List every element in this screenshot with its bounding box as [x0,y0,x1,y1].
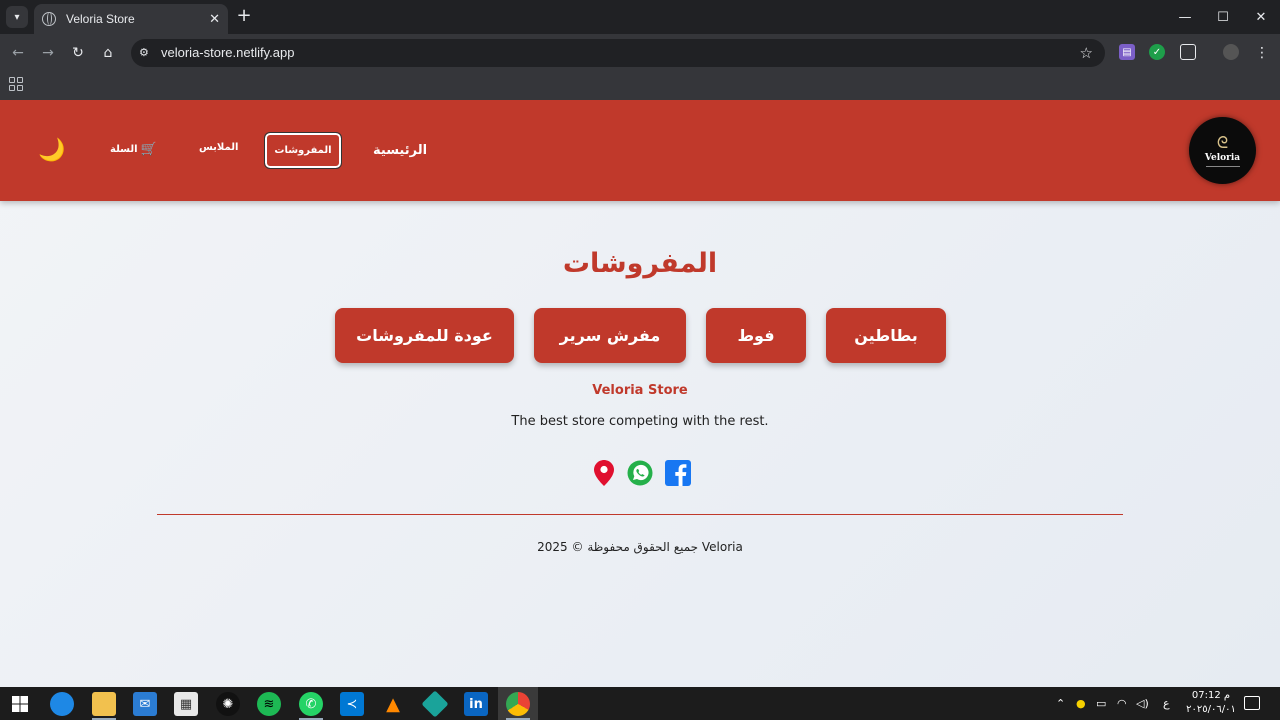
window-controls: — ☐ ✕ [1166,0,1280,34]
tab-title: Veloria Store [66,12,135,26]
puzzle-icon[interactable] [1180,44,1196,60]
back-button[interactable]: ← [7,42,29,64]
file-explorer-icon[interactable] [92,692,116,716]
nav-cart[interactable]: السلة 🛒 [110,142,157,157]
battery-icon[interactable]: ▭ [1096,687,1106,720]
cart-icon: 🛒 [140,142,157,157]
home-button[interactable]: ⌂ [97,42,119,64]
chatgpt-icon[interactable]: ✺ [216,692,240,716]
extension-icon[interactable]: ▤ [1119,44,1135,60]
browser-tab[interactable]: Veloria Store ✕ [34,4,228,34]
windows-start-icon[interactable] [8,692,32,716]
windows-taskbar: ✉ ▦ ✺ ≋ ✆ ≺ ▲ in ⌃ ● ▭ ◠ ◁) ع 07:12 م ٢٠… [0,687,1280,720]
edge-icon[interactable] [50,692,74,716]
vlc-icon[interactable]: ▲ [381,692,405,716]
chrome-icon[interactable] [506,692,530,716]
store-icon[interactable]: ▦ [174,692,198,716]
minimize-button[interactable]: — [1166,0,1204,34]
volume-icon[interactable]: ◁) [1136,687,1149,720]
facebook-icon[interactable] [665,460,691,486]
browser-tab-strip: ▾ Veloria Store ✕ + — ☐ ✕ [0,0,1280,34]
new-tab-button[interactable]: + [234,6,254,26]
nav-bedding[interactable]: المفروشات [264,132,342,169]
input-language[interactable]: ع [1163,687,1170,720]
blankets-button[interactable]: بطاطين [826,308,946,363]
browser-menu-icon[interactable]: ⋮ [1251,42,1273,64]
bookmark-star-icon[interactable]: ☆ [1080,44,1093,62]
footer-tagline: The best store competing with the rest. [511,414,769,429]
bed-sheets-button[interactable]: مفرش سرير [534,308,686,363]
back-to-bedding-button[interactable]: عودة للمفروشات [335,308,514,363]
footer-brand: Veloria Store [592,383,688,398]
spotify-icon[interactable]: ≋ [257,692,281,716]
logo-mark-icon: ᘓ [1216,132,1229,152]
tab-search-icon[interactable]: ▾ [6,6,28,28]
app-diamond-icon[interactable] [421,690,449,718]
tray-chevron-icon[interactable]: ⌃ [1056,687,1065,720]
reload-button[interactable]: ↻ [67,42,89,64]
forward-button[interactable]: → [37,42,59,64]
maximize-button[interactable]: ☐ [1204,0,1242,34]
cart-label: السلة [110,144,138,155]
web-page: ᘓ Veloria الرئيسية المفروشات الملابس الس… [0,100,1280,687]
copyright-text: جميع الحقوق محفوظة © 2025 Veloria [537,540,743,554]
site-logo[interactable]: ᘓ Veloria [1189,117,1256,184]
bookmarks-bar [0,72,1280,100]
tab-close-icon[interactable]: ✕ [209,12,220,27]
address-bar[interactable]: ⚙ veloria-store.netlify.app ☆ [131,39,1105,67]
globe-icon [42,12,56,26]
apps-grid-icon[interactable] [9,77,23,91]
tray-app-icon[interactable]: ● [1076,687,1086,720]
close-window-button[interactable]: ✕ [1242,0,1280,34]
taskbar-clock[interactable]: 07:12 م ٢٠٢٥/٠٦/٠١ [1183,689,1239,717]
site-header: ᘓ Veloria الرئيسية المفروشات الملابس الس… [0,100,1280,201]
nav-home[interactable]: الرئيسية [373,143,427,158]
site-info-icon[interactable]: ⚙ [139,46,153,60]
whatsapp-icon[interactable] [627,460,653,486]
wifi-icon[interactable]: ◠ [1117,687,1127,720]
browser-toolbar: ← → ↻ ⌂ ⚙ veloria-store.netlify.app ☆ ▤ … [0,34,1280,72]
page-title: المفروشات [562,248,718,279]
url-text[interactable]: veloria-store.netlify.app [161,45,294,60]
clock-date: ٢٠٢٥/٠٦/٠١ [1186,704,1236,715]
map-pin-icon[interactable] [591,460,617,486]
nav-clothes[interactable]: الملابس [199,142,238,153]
profile-avatar[interactable] [1223,44,1239,60]
moon-icon[interactable]: 🌙 [38,138,65,163]
whatsapp-taskbar-icon[interactable]: ✆ [299,692,323,716]
notification-icon[interactable] [1244,696,1260,710]
logo-divider [1205,165,1240,167]
logo-text: Veloria [1204,152,1241,163]
mail-icon[interactable]: ✉ [133,692,157,716]
check-extension-icon[interactable]: ✓ [1149,44,1165,60]
vscode-icon[interactable]: ≺ [340,692,364,716]
clock-time: 07:12 م [1191,690,1231,701]
towels-button[interactable]: فوط [706,308,806,363]
footer-divider [157,514,1123,515]
linkedin-icon[interactable]: in [464,692,488,716]
